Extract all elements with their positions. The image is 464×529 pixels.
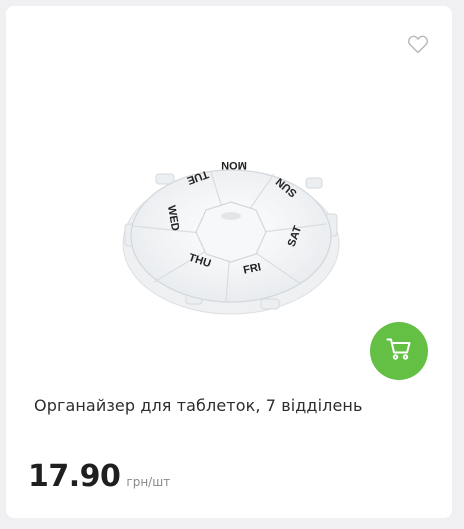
heart-icon[interactable] — [406, 32, 430, 56]
price-unit: грн/шт — [126, 475, 171, 489]
price-row: 17.90 грн/шт — [28, 459, 170, 494]
day-label-mon: MON — [221, 159, 247, 171]
cart-icon — [386, 337, 412, 365]
product-image[interactable]: MON SUN SAT FRI THU WED TUE — [116, 144, 346, 322]
add-to-cart-button[interactable] — [370, 322, 428, 380]
product-title[interactable]: Органайзер для таблеток, 7 відділень — [34, 396, 434, 415]
product-card[interactable]: MON SUN SAT FRI THU WED TUE Органайзер д… — [6, 6, 452, 518]
product-price: 17.90 — [28, 459, 121, 494]
